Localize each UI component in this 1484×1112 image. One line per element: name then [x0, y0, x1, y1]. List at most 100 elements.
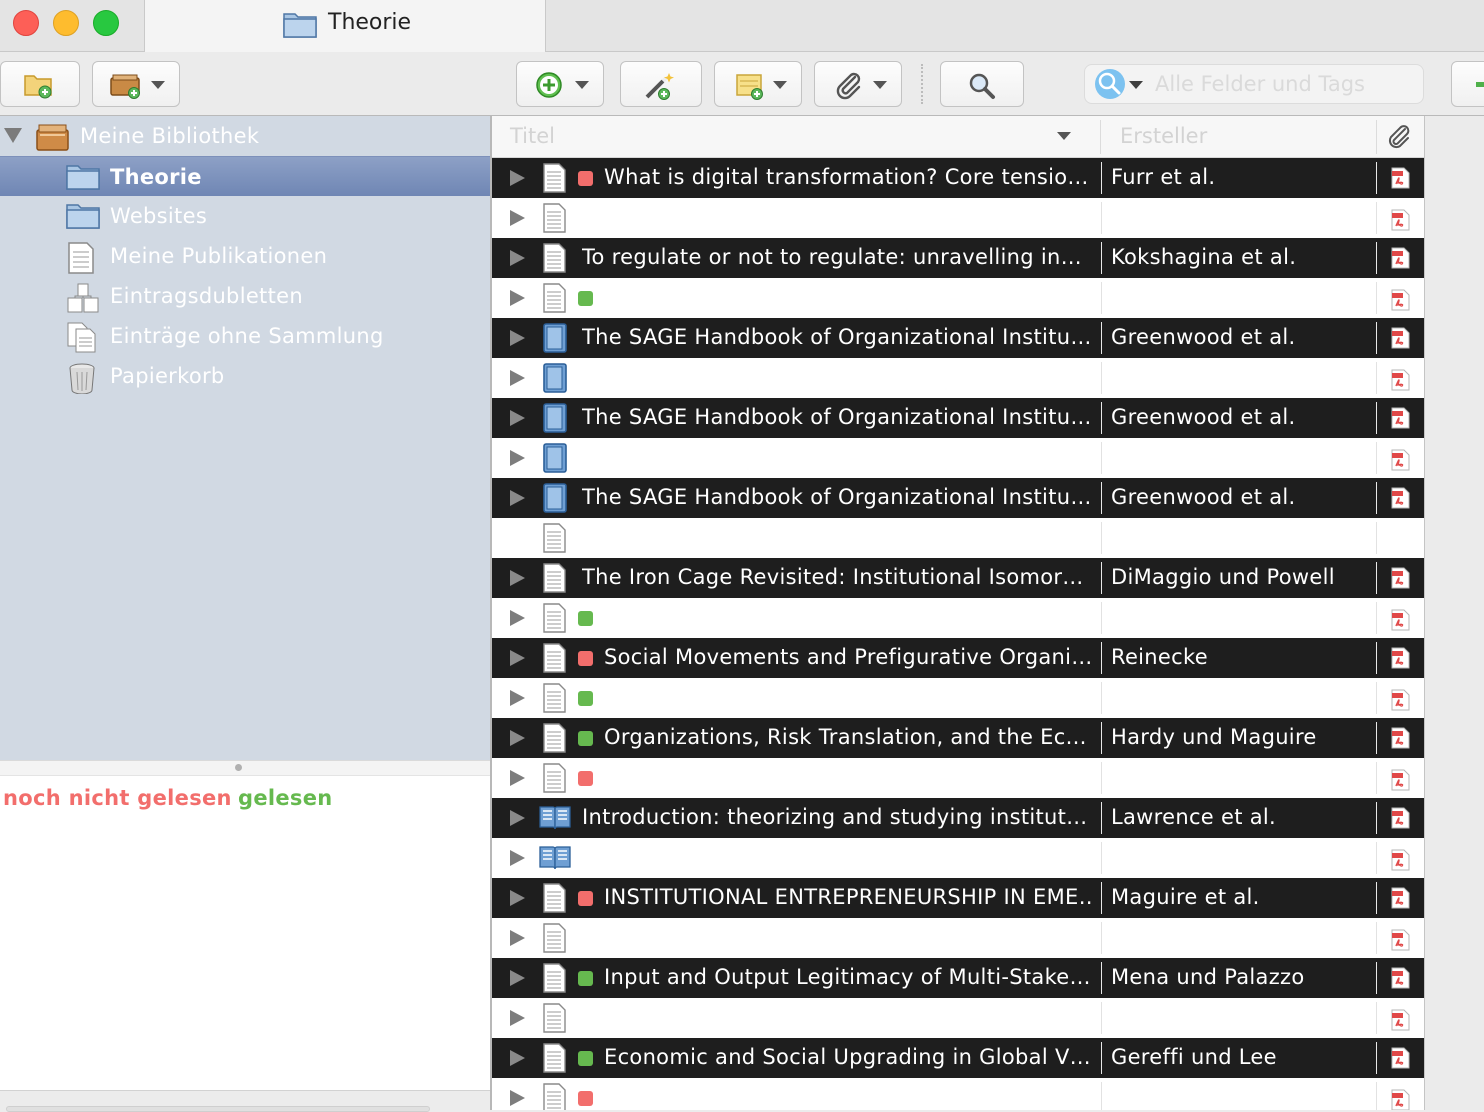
table-row[interactable]: Introduction: theorizing and studying in…	[492, 798, 1424, 838]
disclosure-triangle-icon[interactable]	[4, 128, 22, 143]
pdf-attachment-icon[interactable]	[1389, 1047, 1411, 1073]
pdf-attachment-icon[interactable]	[1389, 727, 1411, 753]
table-row[interactable]	[492, 678, 1424, 718]
collection-duplicates[interactable]: Eintragsdubletten	[0, 276, 490, 316]
pdf-attachment-icon[interactable]	[1389, 887, 1411, 913]
search-field[interactable]: Alle Felder und Tags	[1084, 64, 1424, 104]
expand-triangle-icon[interactable]	[510, 770, 525, 786]
tag-filter-field[interactable]	[6, 1106, 430, 1112]
table-row[interactable]: The Iron Cage Revisited: Institutional I…	[492, 558, 1424, 598]
splitter-handle[interactable]	[235, 764, 242, 771]
column-divider[interactable]	[1376, 120, 1377, 154]
table-row[interactable]: The SAGE Handbook of Organizational Inst…	[492, 318, 1424, 358]
pdf-attachment-icon[interactable]	[1389, 167, 1411, 193]
expand-triangle-icon[interactable]	[510, 330, 525, 346]
pdf-attachment-icon[interactable]	[1389, 289, 1411, 315]
table-row[interactable]: Organizations, Risk Translation, and the…	[492, 718, 1424, 758]
expand-triangle-icon[interactable]	[510, 570, 525, 586]
table-row[interactable]	[492, 358, 1424, 398]
minimize-window-button[interactable]	[53, 10, 79, 36]
attachment-column-icon[interactable]	[1388, 125, 1412, 155]
column-divider[interactable]	[1100, 120, 1101, 154]
expand-triangle-icon[interactable]	[510, 290, 525, 306]
pdf-attachment-icon[interactable]	[1389, 647, 1411, 673]
table-row[interactable]	[492, 838, 1424, 878]
expand-triangle-icon[interactable]	[510, 970, 525, 986]
table-row[interactable]	[492, 438, 1424, 478]
expand-triangle-icon[interactable]	[510, 810, 525, 826]
new-library-button[interactable]	[92, 61, 180, 107]
expand-triangle-icon[interactable]	[510, 610, 525, 626]
expand-triangle-icon[interactable]	[510, 210, 525, 226]
collection-my-publications[interactable]: Meine Publikationen	[0, 236, 490, 276]
pdf-attachment-icon[interactable]	[1389, 247, 1411, 273]
pdf-attachment-icon[interactable]	[1389, 967, 1411, 993]
table-row[interactable]	[492, 598, 1424, 638]
expand-triangle-icon[interactable]	[510, 250, 525, 266]
new-collection-button[interactable]	[0, 61, 80, 107]
tab-theorie[interactable]: Theorie	[144, 0, 546, 53]
column-header-title[interactable]: Titel	[510, 124, 555, 148]
table-row[interactable]: Economic and Social Upgrading in Global …	[492, 1038, 1424, 1078]
pdf-attachment-icon[interactable]	[1389, 407, 1411, 433]
expand-triangle-icon[interactable]	[510, 410, 525, 426]
collection-theorie[interactable]: Theorie	[0, 156, 490, 196]
pdf-attachment-icon[interactable]	[1389, 807, 1411, 833]
table-row[interactable]: Social Movements and Prefigurative Organ…	[492, 638, 1424, 678]
sync-button[interactable]	[1451, 61, 1484, 107]
expand-triangle-icon[interactable]	[510, 730, 525, 746]
table-row[interactable]: The SAGE Handbook of Organizational Inst…	[492, 478, 1424, 518]
pdf-attachment-icon[interactable]	[1389, 449, 1411, 475]
table-row[interactable]: INSTITUTIONAL ENTREPRENEURSHIP IN EME… Ma…	[492, 878, 1424, 918]
pdf-attachment-icon[interactable]	[1389, 1089, 1411, 1110]
table-row[interactable]	[492, 518, 1424, 558]
collection-trash[interactable]: Papierkorb	[0, 356, 490, 396]
expand-triangle-icon[interactable]	[510, 1090, 525, 1106]
expand-triangle-icon[interactable]	[510, 170, 525, 186]
collection-unfiled[interactable]: Einträge ohne Sammlung	[0, 316, 490, 356]
new-item-button[interactable]	[516, 61, 604, 107]
pdf-attachment-icon[interactable]	[1389, 567, 1411, 593]
pdf-attachment-icon[interactable]	[1389, 1009, 1411, 1035]
expand-triangle-icon[interactable]	[510, 850, 525, 866]
table-row[interactable]: Input and Output Legitimacy of Multi-Sta…	[492, 958, 1424, 998]
expand-triangle-icon[interactable]	[510, 690, 525, 706]
table-row[interactable]	[492, 998, 1424, 1038]
close-window-button[interactable]	[13, 10, 39, 36]
pdf-attachment-icon[interactable]	[1389, 209, 1411, 235]
pdf-attachment-icon[interactable]	[1389, 689, 1411, 715]
new-note-button[interactable]	[714, 61, 802, 107]
table-row[interactable]: The SAGE Handbook of Organizational Inst…	[492, 398, 1424, 438]
expand-triangle-icon[interactable]	[510, 370, 525, 386]
pdf-attachment-icon[interactable]	[1389, 929, 1411, 955]
search-mode-icon[interactable]	[1093, 67, 1129, 107]
pdf-attachment-icon[interactable]	[1389, 849, 1411, 875]
pdf-attachment-icon[interactable]	[1389, 487, 1411, 513]
table-row[interactable]: What is digital transformation? Core ten…	[492, 158, 1424, 198]
advanced-search-button[interactable]	[940, 61, 1024, 107]
tag-unread[interactable]: noch nicht gelesen	[3, 786, 232, 810]
expand-triangle-icon[interactable]	[510, 1010, 525, 1026]
expand-triangle-icon[interactable]	[510, 450, 525, 466]
table-row[interactable]	[492, 278, 1424, 318]
add-attachment-button[interactable]	[814, 61, 902, 107]
collection-websites[interactable]: Websites	[0, 196, 490, 236]
table-row[interactable]	[492, 918, 1424, 958]
expand-triangle-icon[interactable]	[510, 490, 525, 506]
table-row[interactable]	[492, 198, 1424, 238]
table-row[interactable]	[492, 758, 1424, 798]
pdf-attachment-icon[interactable]	[1389, 769, 1411, 795]
column-header-creator[interactable]: Ersteller	[1120, 124, 1207, 148]
tag-read[interactable]: gelesen	[238, 786, 333, 810]
pane-splitter[interactable]	[0, 760, 490, 776]
expand-triangle-icon[interactable]	[510, 930, 525, 946]
pdf-attachment-icon[interactable]	[1389, 327, 1411, 353]
table-row[interactable]	[492, 1078, 1424, 1110]
pdf-attachment-icon[interactable]	[1389, 609, 1411, 635]
expand-triangle-icon[interactable]	[510, 650, 525, 666]
zoom-window-button[interactable]	[93, 10, 119, 36]
expand-triangle-icon[interactable]	[510, 890, 525, 906]
library-row[interactable]: Meine Bibliothek	[0, 116, 490, 156]
pdf-attachment-icon[interactable]	[1389, 369, 1411, 395]
add-by-identifier-button[interactable]	[620, 61, 702, 107]
